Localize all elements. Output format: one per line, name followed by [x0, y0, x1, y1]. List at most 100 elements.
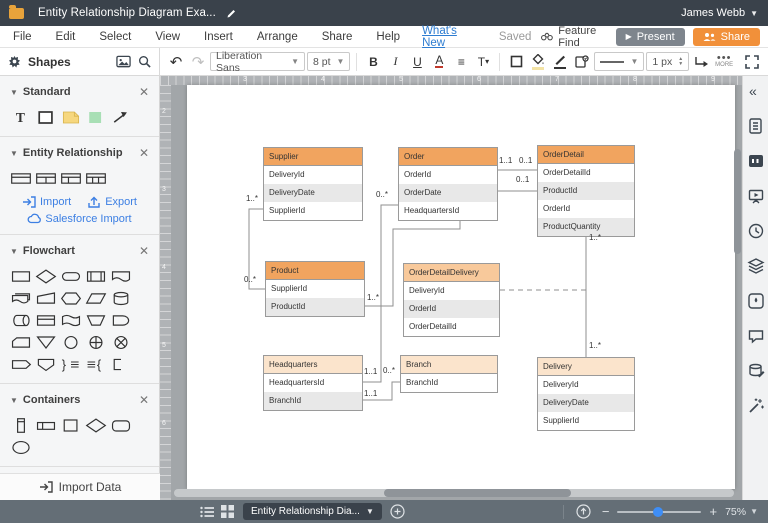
shape-er3[interactable] — [60, 168, 82, 188]
document-icon[interactable] — [747, 117, 765, 135]
horizontal-scrollbar[interactable] — [174, 489, 734, 497]
shape-cont-ellipse[interactable] — [10, 437, 32, 457]
quote-icon[interactable] — [747, 152, 765, 170]
magic-wand-icon[interactable] — [747, 397, 765, 415]
search-icon[interactable] — [138, 55, 151, 68]
undo-button[interactable]: ↶ — [166, 52, 186, 72]
user-menu[interactable]: James Webb▼ — [681, 7, 758, 19]
shape-brace-right[interactable]: } — [60, 354, 82, 374]
shape-er1[interactable] — [10, 168, 32, 188]
redo-button[interactable]: ↷ — [188, 52, 208, 72]
bold-button[interactable]: B — [363, 52, 383, 72]
text-align-button[interactable]: ≡ — [451, 52, 471, 72]
zoom-slider-knob[interactable] — [653, 507, 663, 517]
feature-find-button[interactable]: Feature Find — [541, 25, 607, 49]
menu-item-file[interactable]: File — [0, 31, 44, 43]
shape-style-button[interactable] — [506, 52, 526, 72]
shape-terminator[interactable] — [60, 266, 82, 286]
entity-table-supplier[interactable]: SupplierDeliveryIdDeliveryDateSupplierId — [263, 147, 363, 221]
entity-table-orderdetail[interactable]: OrderDetailOrderDetailIdProductIdOrderId… — [537, 145, 635, 237]
font-select[interactable]: Liberation Sans▼ — [210, 52, 305, 71]
page-list-icon[interactable] — [197, 504, 217, 520]
line-style-select[interactable]: ▼ — [594, 52, 644, 71]
vertical-scrollbar-thumb[interactable] — [734, 149, 741, 254]
entity-table-branch[interactable]: BranchBranchId — [400, 355, 498, 393]
text-color-button[interactable]: A — [429, 52, 449, 72]
layers-icon[interactable] — [747, 257, 765, 275]
shape-cont-diamond[interactable] — [85, 415, 107, 435]
entity-table-order[interactable]: OrderOrderIdOrderDateHeadquartersId — [398, 147, 498, 221]
image-icon[interactable] — [116, 55, 131, 68]
shape-process[interactable] — [10, 266, 32, 286]
shape-trapezoid[interactable] — [85, 310, 107, 330]
share-button[interactable]: Share — [693, 28, 760, 46]
link-salesforce-import[interactable]: Salesforce Import — [27, 213, 131, 225]
shape-flag[interactable] — [60, 310, 82, 330]
more-tools-button[interactable]: •••MORE — [715, 55, 733, 69]
line-width-stepper[interactable]: 1 px▲▼ — [646, 52, 689, 71]
whats-new-link[interactable]: What's New — [412, 25, 489, 49]
shape-cont-square[interactable] — [60, 415, 82, 435]
shape-summing[interactable] — [110, 332, 132, 352]
menu-item-help[interactable]: Help — [364, 31, 412, 43]
font-size-select[interactable]: 8 pt▼ — [307, 52, 350, 71]
shape-predefined[interactable] — [85, 266, 107, 286]
fit-to-window-icon[interactable] — [574, 504, 594, 520]
zoom-in-button[interactable]: + — [709, 507, 717, 517]
shape-manual-input[interactable] — [35, 288, 57, 308]
shape-document[interactable] — [110, 266, 132, 286]
shape-cont-rounded[interactable] — [110, 415, 132, 435]
shape-or[interactable] — [85, 332, 107, 352]
shape-square-green[interactable] — [85, 107, 107, 127]
close-section-icon[interactable]: ✕ — [139, 146, 149, 160]
menu-item-select[interactable]: Select — [87, 31, 143, 43]
shape-offpage[interactable] — [10, 354, 32, 374]
diagram-canvas[interactable]: 3456789 23456 SupplierDeliveryIdDelivery… — [160, 76, 742, 500]
page-grid-icon[interactable] — [217, 504, 237, 520]
close-section-icon[interactable]: ✕ — [139, 393, 149, 407]
page-tab[interactable]: Entity Relationship Dia...▼ — [243, 503, 382, 520]
entity-table-delivery[interactable]: DeliveryDeliveryIdDeliveryDateSupplierId — [537, 357, 635, 431]
link-export[interactable]: Export — [87, 196, 137, 208]
menu-item-arrange[interactable]: Arrange — [245, 31, 310, 43]
shape-brace-left[interactable]: { — [85, 354, 107, 374]
shape-display[interactable] — [35, 354, 57, 374]
menu-item-share[interactable]: Share — [310, 31, 365, 43]
present-button[interactable]: ▶Present — [616, 28, 685, 46]
shape-cont-h[interactable] — [35, 415, 57, 435]
collapse-caret-icon[interactable]: ▼ — [10, 88, 18, 97]
shape-parallelogram[interactable] — [85, 288, 107, 308]
shape-card[interactable] — [10, 332, 32, 352]
history-icon[interactable] — [747, 222, 765, 240]
shape-hexagon[interactable] — [60, 288, 82, 308]
zoom-level[interactable]: 75%▼ — [725, 506, 758, 518]
shape-note[interactable] — [60, 107, 82, 127]
presentation-icon[interactable] — [747, 187, 765, 205]
shape-cylinder[interactable] — [110, 288, 132, 308]
collapse-icon[interactable]: « — [747, 82, 765, 100]
shape-triangle-down[interactable] — [35, 332, 57, 352]
add-page-button[interactable] — [388, 504, 408, 520]
fill-color-button[interactable] — [528, 52, 548, 72]
shape-bracket[interactable] — [110, 354, 132, 374]
zoom-out-button[interactable]: − — [602, 507, 610, 517]
link-import[interactable]: Import — [22, 196, 71, 208]
shape-data-button[interactable] — [572, 52, 592, 72]
menu-item-view[interactable]: View — [143, 31, 192, 43]
shape-direct-data[interactable] — [10, 310, 32, 330]
entity-table-headquarters[interactable]: HeadquartersHeadquartersIdBranchId — [263, 355, 363, 411]
gear-icon[interactable] — [8, 55, 21, 68]
folder-icon[interactable] — [9, 8, 24, 19]
shape-delay[interactable] — [110, 310, 132, 330]
menu-item-edit[interactable]: Edit — [44, 31, 88, 43]
document-title[interactable]: Entity Relationship Diagram Exa... — [38, 7, 216, 19]
collapse-caret-icon[interactable]: ▼ — [10, 247, 18, 256]
data-edit-icon[interactable] — [747, 362, 765, 380]
fullscreen-icon[interactable] — [742, 52, 762, 72]
text-options-button[interactable]: T▾ — [473, 52, 493, 72]
entity-table-orderdetaildelivery[interactable]: OrderDetailDeliveryDeliveryIdOrderIdOrde… — [403, 263, 500, 337]
menu-item-insert[interactable]: Insert — [192, 31, 245, 43]
shape-rect[interactable] — [35, 107, 57, 127]
shape-er4[interactable] — [85, 168, 107, 188]
shape-cont-v[interactable] — [10, 415, 32, 435]
